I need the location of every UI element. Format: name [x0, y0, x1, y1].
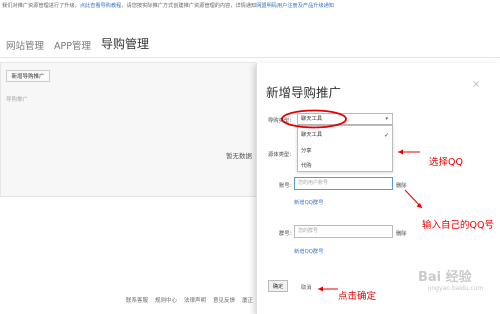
annotation-input-qq: 输入自己的QQ号 [422, 220, 494, 231]
arrow-head-click-ok [318, 286, 323, 292]
annotation-click-ok: 点击确定 [338, 291, 377, 302]
arrow-head-select-qq [398, 149, 403, 155]
baidu-watermark-url: jingyan.baidu.com [428, 285, 484, 292]
baidu-watermark: Bai 经验 [418, 270, 472, 285]
highlight-ellipse [281, 109, 347, 129]
annotation-select-qq: 选择QQ [429, 157, 463, 168]
